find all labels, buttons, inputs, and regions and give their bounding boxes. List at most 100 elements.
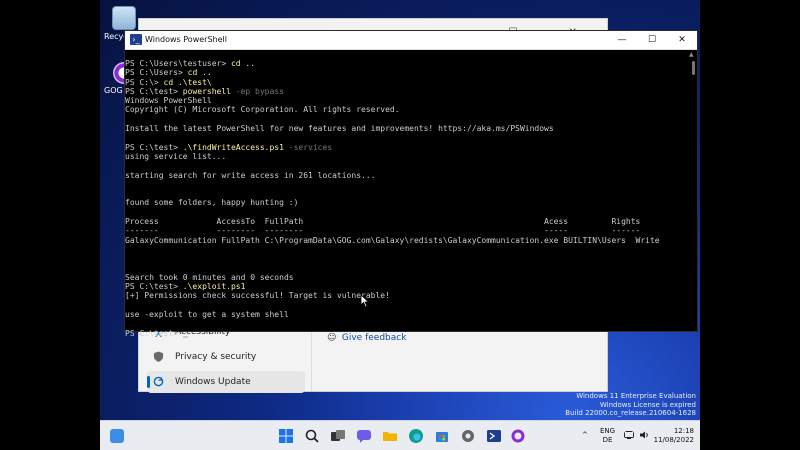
watermark-line-1: Windows 11 Enterprise Evaluation [576, 392, 696, 400]
system-clock[interactable]: 12:18 11/08/2022 [654, 427, 694, 445]
terminal-command: cd .. [230, 59, 256, 68]
terminal-text: ------- -------- -------- ----- ------ [125, 226, 641, 236]
terminal-text: PS C:\Users> [125, 68, 188, 78]
text-cursor [182, 335, 188, 338]
terminal-command: cd .. [187, 68, 212, 78]
terminal-line: PS C:\test> .\findWriteAccess.ps1 -servi… [125, 143, 687, 152]
terminal-text: Copyright (C) Microsoft Corporation. All… [125, 105, 400, 115]
volume-icon[interactable] [640, 431, 650, 439]
task-view-icon[interactable] [330, 428, 346, 444]
file-explorer-icon[interactable] [382, 428, 398, 444]
store-icon[interactable] [434, 428, 450, 444]
terminal-text: using service list... [125, 151, 227, 161]
watermark-line-2: Windows License is expired [599, 400, 696, 409]
terminal-text: PS C:\test> [125, 86, 183, 96]
terminal-parameter: -ep bypass [230, 86, 284, 96]
terminal-text: use -exploit to get a system shell [125, 310, 289, 320]
terminal-line: PS C:\test> [125, 329, 687, 338]
terminal-text: PS C:\test> [125, 142, 183, 152]
terminal-line: Windows PowerShell [125, 96, 687, 105]
terminal-line: use -exploit to get a system shell [125, 310, 687, 319]
terminal-text: found some folders, happy hunting :) [125, 198, 299, 208]
gog-galaxy-taskbar-icon[interactable] [510, 428, 526, 444]
language-bottom: DE [602, 436, 613, 444]
powershell-window[interactable]: ›_ Windows PowerShell — ☐ ✕ PS C:\Users\… [124, 30, 698, 338]
language-indicator[interactable]: ENG DE [600, 427, 615, 445]
terminal-command: powershell [182, 86, 231, 96]
terminal-text: Search took 0 minutes and 0 seconds [125, 272, 294, 282]
widgets-icon[interactable] [110, 429, 124, 443]
nav-item-label: Privacy & security [175, 352, 257, 362]
terminal-line: PS C:\test> powershell -ep bypass [125, 87, 687, 96]
powershell-icon: ›_ [130, 34, 142, 45]
terminal-line: using service list... [125, 152, 687, 161]
scrollbar-thumb[interactable] [692, 61, 695, 75]
terminal-line: PS C:\> cd .\test\ [125, 78, 687, 87]
terminal-text: PS C:\test> [125, 328, 183, 338]
shield-icon [153, 351, 164, 362]
terminal-line: ------- -------- -------- ----- ------ [125, 226, 687, 235]
terminal-parameter: -services [283, 142, 333, 152]
search-icon[interactable] [304, 428, 320, 444]
terminal-command: .\findWriteAccess.ps1 [182, 142, 284, 152]
taskbar: ^ ENG DE 12:18 11/08/2022 [100, 420, 700, 450]
terminal-command: .\exploit.ps1 [182, 282, 246, 292]
network-icon[interactable] [624, 431, 634, 439]
tray-overflow-chevron-icon[interactable]: ^ [582, 431, 588, 440]
terminal-line: PS C:\Users\testuser> cd .. [125, 59, 687, 68]
terminal-line: Search took 0 minutes and 0 seconds [125, 273, 687, 282]
terminal-line: PS C:\test> .\exploit.ps1 [125, 282, 687, 291]
edge-icon[interactable] [408, 428, 424, 444]
terminal-line: Install the latest PowerShell for new fe… [125, 124, 687, 133]
terminal-text: [+] Permissions check successful! Target… [125, 291, 390, 301]
terminal-line: starting search for write access in 261 … [125, 171, 687, 180]
terminal-line: GalaxyCommunication FullPath C:\ProgramD… [125, 236, 687, 245]
powershell-title: Windows PowerShell [145, 35, 227, 44]
close-button[interactable]: ✕ [667, 31, 697, 49]
powershell-taskbar-icon[interactable] [486, 428, 502, 444]
terminal-text: GalaxyCommunication FullPath C:\ProgramD… [125, 235, 660, 245]
terminal-text: PS C:\Users\testuser> [125, 59, 231, 68]
terminal-text: Install the latest PowerShell for new fe… [125, 124, 554, 134]
terminal-line: found some folders, happy hunting :) [125, 198, 687, 207]
settings-gear-icon[interactable] [460, 428, 476, 444]
terminal-text: PS C:\test> [125, 282, 183, 292]
clock-date: 11/08/2022 [653, 436, 694, 444]
nav-item-windows-update[interactable]: Windows Update [147, 371, 305, 393]
watermark-line-3: Build 22000.co_release.210604-1628 [565, 409, 696, 417]
powershell-titlebar[interactable]: ›_ Windows PowerShell — ☐ ✕ [125, 31, 697, 50]
terminal-line: Copyright (C) Microsoft Corporation. All… [125, 105, 687, 114]
minimize-button[interactable]: — [607, 31, 637, 49]
scroll-up-arrow-icon[interactable]: ▲ [689, 51, 694, 58]
maximize-button[interactable]: ☐ [637, 31, 667, 49]
chat-icon[interactable] [356, 428, 372, 444]
terminal-line: PS C:\Users> cd .. [125, 68, 687, 77]
terminal-text: starting search for write access in 261 … [125, 170, 376, 180]
update-icon [153, 376, 164, 387]
terminal-line: [+] Permissions check successful! Target… [125, 291, 687, 300]
clock-time: 12:18 [673, 427, 694, 435]
terminal-text: Process AccessTo FullPath Acess Rights [125, 217, 641, 227]
terminal-scrollbar[interactable]: ▲ [687, 51, 697, 331]
nav-item-label: Windows Update [175, 377, 251, 387]
terminal-command: cd .\test\ [163, 77, 212, 87]
nav-item-privacy-security[interactable]: Privacy & security [147, 346, 305, 368]
start-icon[interactable] [278, 428, 294, 444]
language-top: ENG [600, 427, 616, 435]
terminal-output[interactable]: PS C:\Users\testuser> cd .. PS C:\Users> … [125, 51, 687, 339]
license-watermark: Windows 11 Enterprise Evaluation Windows… [565, 392, 696, 418]
desktop: Recycle Bin GOG GALAXY — ☐ ✕ Accessibili… [100, 0, 700, 450]
terminal-line: Process AccessTo FullPath Acess Rights [125, 217, 687, 226]
mouse-cursor-icon [360, 294, 370, 308]
recycle-bin-icon [112, 6, 136, 30]
